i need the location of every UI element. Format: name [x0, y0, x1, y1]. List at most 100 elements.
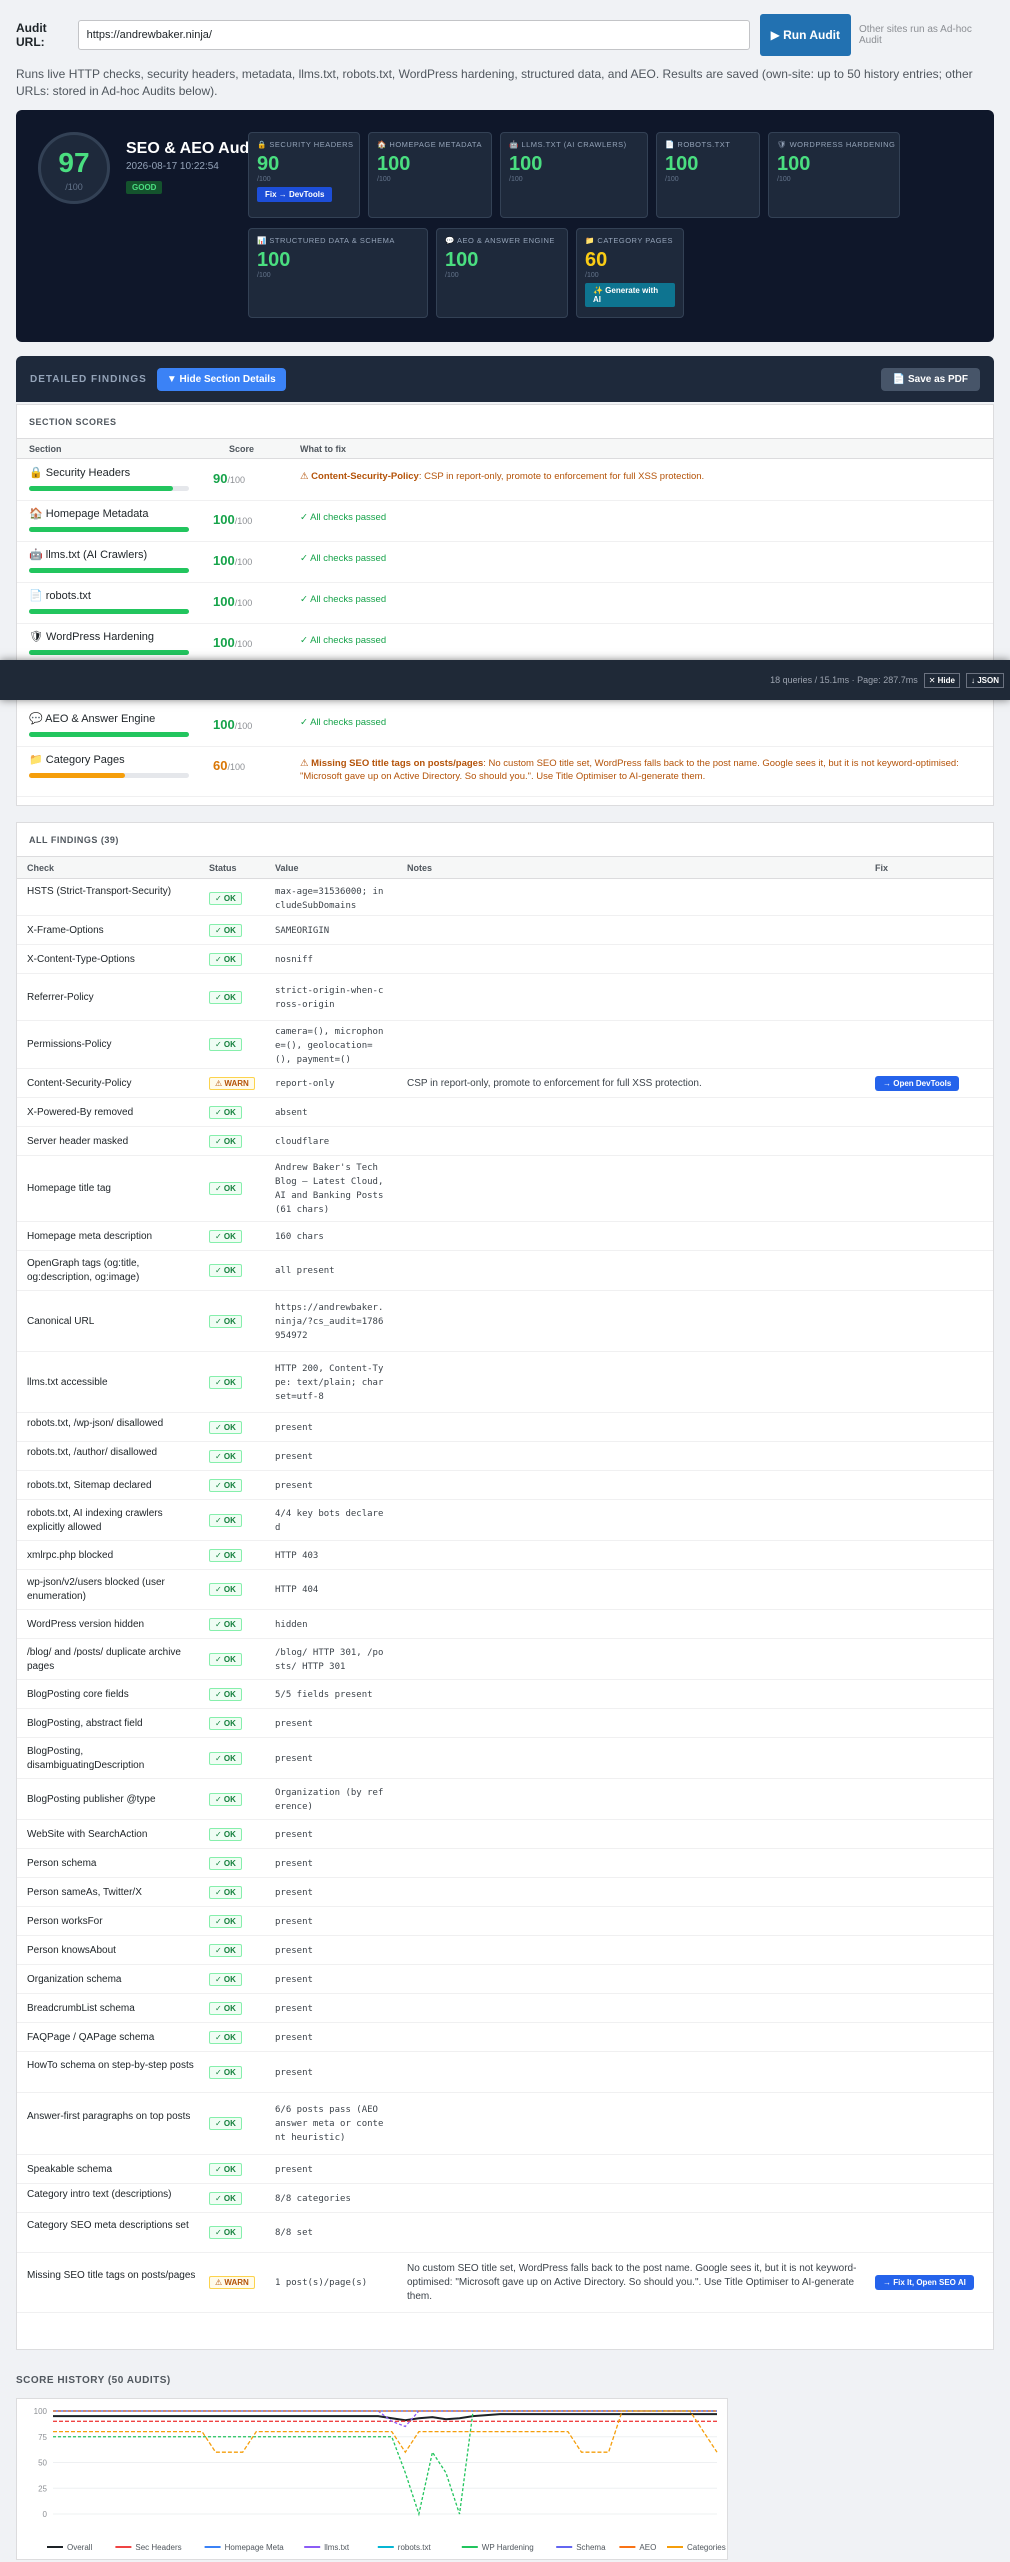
col-section: Section — [29, 443, 62, 454]
legend-label: AEO — [639, 2543, 656, 2552]
finding-row: BlogPosting publisher @type ✓ OK Organizat… — [17, 1779, 993, 1820]
finding-row: xmlrpc.php blocked ✓ OK HTTP 403 — [17, 1541, 993, 1570]
finding-row: OpenGraph tags (og:title, og:description… — [17, 1251, 993, 1291]
finding-fix-button[interactable]: → Fix It, Open SEO AI — [875, 2275, 974, 2290]
finding-check: robots.txt, AI indexing crawlers explici… — [27, 1507, 163, 1533]
finding-status-badge: ✓ OK — [209, 1972, 242, 1986]
finding-value: 1 post(s)/page(s) — [275, 2278, 368, 2288]
section-name: 🤖 llms.txt (AI Crawlers) — [29, 549, 148, 561]
finding-value: present — [275, 2067, 313, 2078]
finding-check: Answer-first paragraphs on top posts — [27, 2111, 191, 2122]
section-fix-text: ✓ All checks passed — [300, 593, 980, 606]
save-pdf-button[interactable]: 📄 Save as PDF — [880, 367, 980, 391]
debug-hide-button[interactable]: ✕ Hide — [923, 672, 960, 688]
section-score-bar-fill — [29, 773, 125, 778]
section-score-value: 100 — [213, 635, 235, 650]
finding-status-badge: ✓ OK — [209, 2162, 242, 2176]
score-history-svg: 100 75 50 25 0 Overall Sec Headers Homepage Met… — [34, 2407, 726, 2552]
section-name: 🔒 Security Headers — [29, 467, 131, 479]
findings-header: Check Status Value Notes Fix — [17, 857, 993, 879]
score-card-value: 90 — [257, 153, 280, 175]
debug-json-button[interactable]: ↓ JSON — [965, 672, 1004, 688]
audit-date: 2026-08-17 10:22:54 — [126, 161, 219, 172]
finding-value: HTTP 200, Content-Type: text/plain; char… — [275, 1363, 384, 1402]
finding-check: Homepage title tag — [27, 1183, 111, 1194]
finding-check: Category intro text (descriptions) — [27, 2189, 172, 2200]
score-card-title: 📄 ROBOTS.TXT — [665, 140, 731, 149]
overall-score-denom: /100 — [65, 182, 83, 192]
finding-row: Server header masked ✓ OK cloudflare — [17, 1127, 993, 1156]
section-score-denom: /100 — [234, 516, 253, 526]
finding-check: Missing SEO title tags on posts/pages — [27, 2270, 196, 2281]
section-score-bar-fill — [29, 486, 173, 491]
score-card: 📁 CATEGORY PAGES 60/100 ✨ Generate with AI — [576, 228, 684, 318]
score-card-denom: /100 — [777, 176, 791, 183]
finding-status-badge: ✓ OK — [209, 952, 242, 966]
finding-value: present — [275, 1753, 313, 1764]
section-score-denom: /100 — [234, 721, 253, 731]
finding-value: present — [275, 1451, 313, 1462]
legend-label: robots.txt — [398, 2543, 432, 2552]
finding-check: BlogPosting publisher @type — [27, 1793, 156, 1805]
finding-check: HSTS (Strict-Transport-Security) — [27, 886, 172, 897]
audit-url-input[interactable]: https://andrewbaker.ninja/ — [77, 20, 750, 50]
finding-check: Referrer-Policy — [27, 991, 94, 1003]
finding-status-badge: ✓ OK — [209, 891, 242, 905]
section-score-bar-fill — [29, 527, 189, 532]
score-card-title: 🏠 HOMEPAGE METADATA — [377, 140, 482, 149]
finding-check: Person worksFor — [27, 1915, 103, 1927]
finding-row: Person sameAs, Twitter/X ✓ OK present — [17, 1878, 993, 1907]
score-card-title: 🔒 SECURITY HEADERS — [257, 140, 354, 149]
section-fix-detail: ✓ All checks passed — [300, 594, 387, 605]
finding-fix-button[interactable]: → Open DevTools — [875, 1075, 960, 1091]
section-score-denom: /100 — [234, 557, 253, 567]
finding-row: X-Content-Type-Options ✓ OK nosniff — [17, 945, 993, 974]
section-row: 💬 AEO & Answer Engine 100/100 ✓ All checks… — [17, 706, 993, 747]
finding-check: llms.txt accessible — [27, 1376, 108, 1388]
section-score-bar — [29, 650, 189, 655]
finding-status-badge: ✓ OK — [209, 1420, 242, 1434]
col-fix: What to fix — [300, 443, 346, 454]
finding-check: Person sameAs, Twitter/X — [27, 1886, 142, 1898]
score-card-value: 100 — [509, 153, 543, 175]
finding-row: WebSite with SearchAction ✓ OK present — [17, 1820, 993, 1849]
col-value: Value — [275, 863, 299, 873]
finding-status-badge: ✓ OK — [209, 1716, 242, 1730]
finding-value: HTTP 404 — [275, 1585, 319, 1595]
score-card-action-button[interactable]: ✨ Generate with AI — [585, 283, 675, 307]
finding-check: Content-Security-Policy — [27, 1077, 132, 1089]
finding-value: present — [275, 1718, 313, 1729]
finding-value: all present — [275, 1266, 335, 1276]
finding-check: robots.txt, /wp-json/ disallowed — [27, 1418, 164, 1429]
legend-label: Overall — [67, 2543, 93, 2552]
section-score: 60/100 — [213, 758, 245, 773]
all-findings-title: ALL FINDINGS (39) — [17, 823, 993, 857]
score-card: 💬 AEO & ANSWER ENGINE 100/100 — [436, 228, 568, 318]
section-score: 100/100 — [213, 717, 252, 732]
score-history-chart: 100 75 50 25 0 Overall Sec Headers Homepage Met… — [16, 2398, 728, 2560]
finding-status-badge: ✓ OK — [209, 1687, 242, 1701]
finding-check: Permissions-Policy — [27, 1039, 112, 1050]
score-card-title: 📊 STRUCTURED DATA & SCHEMA — [257, 236, 395, 245]
section-score-bar-fill — [29, 650, 189, 655]
score-card-value: 100 — [257, 249, 291, 271]
section-fix-detail: : CSP in report-only, promote to enforce… — [418, 471, 705, 482]
finding-check: Canonical URL — [27, 1315, 95, 1327]
finding-row: robots.txt, Sitemap declared ✓ OK present — [17, 1471, 993, 1500]
run-audit-button[interactable]: ▶ Run Audit — [759, 14, 851, 56]
section-name: 🛡 WordPress Hardening — [29, 631, 155, 643]
section-scores-title: SECTION SCORES — [17, 405, 993, 439]
finding-check: robots.txt, Sitemap declared — [27, 1479, 152, 1491]
section-fix-title: ⚠ Content-Security-Policy — [300, 471, 419, 482]
section-score-value: 90 — [213, 471, 228, 486]
finding-status-badge: ✓ OK — [209, 1478, 242, 1492]
finding-row: Missing SEO title tags on posts/pages ⚠ W… — [17, 2253, 993, 2313]
score-card-action-button[interactable]: Fix → DevTools — [257, 187, 333, 202]
finding-status-badge: ✓ OK — [209, 1652, 242, 1666]
hide-section-details-button[interactable]: ▼ Hide Section Details — [156, 367, 286, 391]
finding-check: robots.txt, /author/ disallowed — [27, 1447, 158, 1458]
finding-status-badge: ✓ OK — [209, 1038, 242, 1051]
section-score: 100/100 — [213, 512, 252, 527]
finding-check: OpenGraph tags (og:title, og:description… — [27, 1258, 140, 1283]
section-row: 🤖 llms.txt (AI Crawlers) 100/100 ✓ All che… — [17, 542, 993, 583]
